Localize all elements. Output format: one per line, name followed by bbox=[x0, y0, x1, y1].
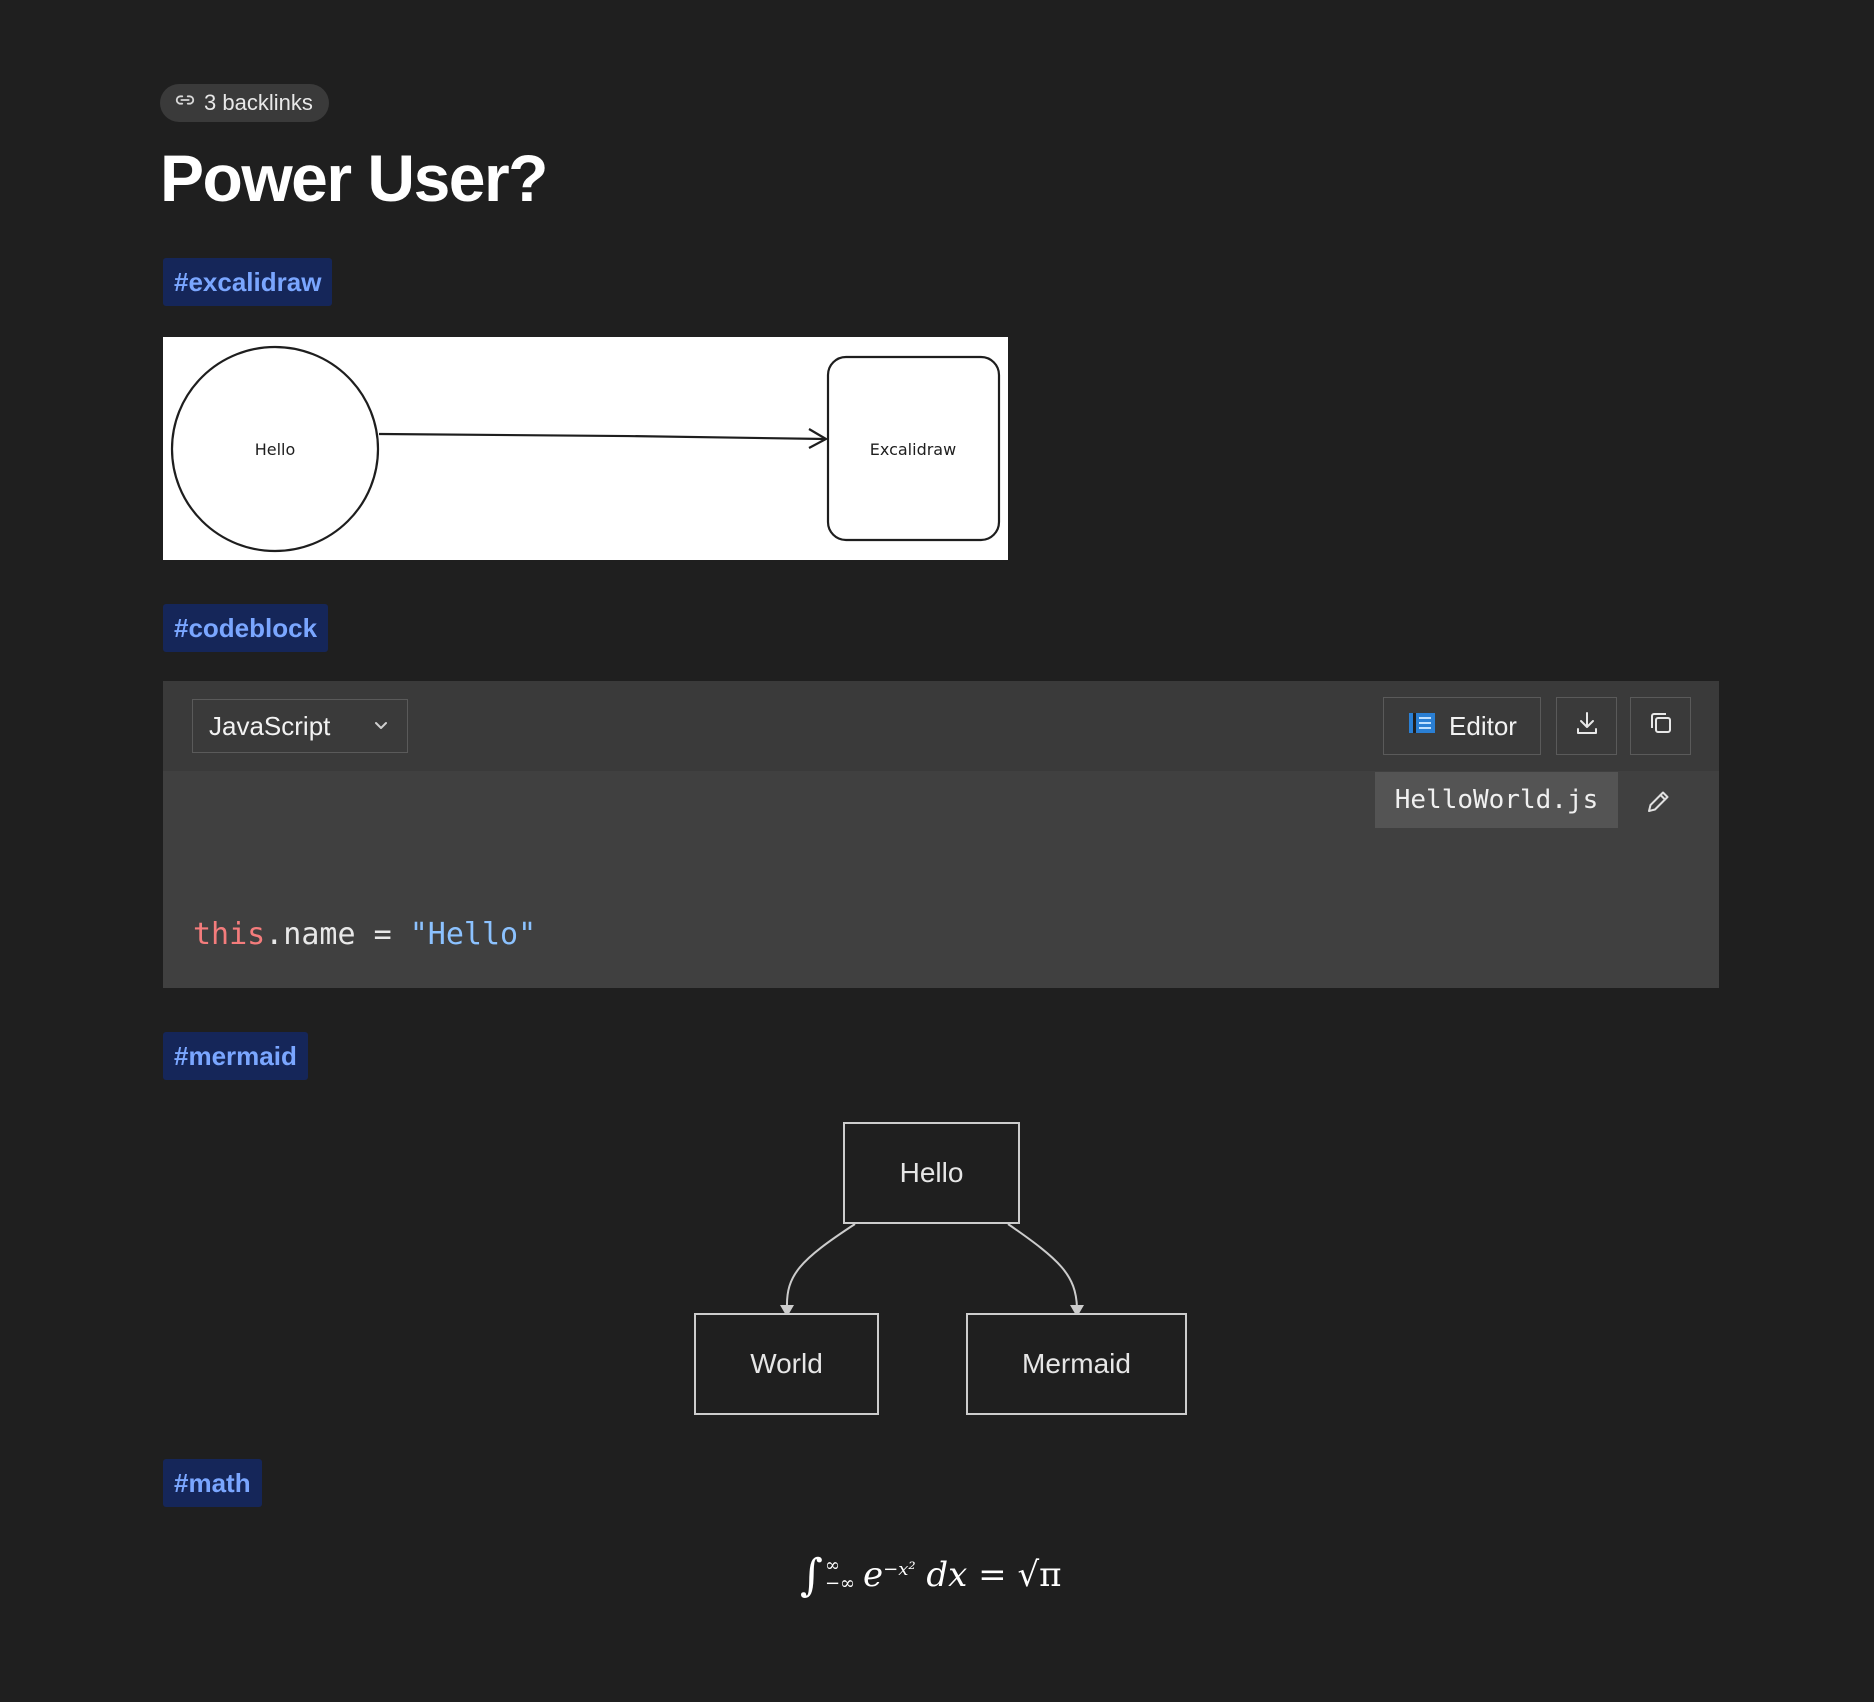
backlinks-label: 3 backlinks bbox=[204, 90, 313, 115]
mermaid-edge-left bbox=[785, 1223, 856, 1309]
backlinks-pill[interactable]: 3 backlinks bbox=[160, 84, 329, 122]
math-formula: ∫ ∞ −∞ e −x² dx = √π bbox=[800, 1540, 1100, 1610]
mermaid-diagram: Hello World Mermaid bbox=[690, 1120, 1190, 1420]
editor-button-label: Editor bbox=[1449, 710, 1517, 741]
excalidraw-circle-label: Hello bbox=[255, 440, 296, 459]
math-sqrt: √π bbox=[1017, 1555, 1062, 1595]
math-differential: dx = bbox=[915, 1555, 1018, 1595]
excalidraw-embed[interactable]: Hello Excalidraw bbox=[163, 337, 1008, 560]
code-string: "Hello" bbox=[409, 917, 537, 952]
chevron-down-icon bbox=[371, 711, 391, 742]
copy-icon bbox=[1646, 708, 1676, 745]
excalidraw-box-label: Excalidraw bbox=[870, 440, 956, 459]
mermaid-node-left-label: World bbox=[750, 1348, 823, 1379]
tag-codeblock[interactable]: #codeblock bbox=[163, 604, 329, 652]
page: 3 backlinks Power User? #excalidraw Hell… bbox=[0, 0, 1874, 1702]
language-select-value: JavaScript bbox=[209, 710, 331, 741]
code-member: .name = bbox=[265, 917, 410, 952]
pencil-icon[interactable] bbox=[1645, 787, 1673, 815]
math-exponent: −x² bbox=[883, 1558, 916, 1580]
tag-mermaid[interactable]: #mermaid bbox=[163, 1032, 308, 1080]
math-integral: ∫ bbox=[800, 1549, 823, 1601]
math-lower-limit: −∞ bbox=[824, 1573, 856, 1594]
editor-button[interactable]: Editor bbox=[1383, 697, 1541, 755]
mermaid-node-root-label: Hello bbox=[900, 1157, 964, 1188]
page-title: Power User? bbox=[160, 141, 548, 215]
code-toolbar: JavaScript Editor bbox=[163, 681, 1719, 771]
mermaid-node-right-label: Mermaid bbox=[1022, 1348, 1131, 1379]
editor-icon bbox=[1407, 708, 1437, 745]
tag-math[interactable]: #math bbox=[163, 1459, 262, 1507]
code-line[interactable]: this.name = "Hello" bbox=[193, 917, 536, 952]
tag-excalidraw[interactable]: #excalidraw bbox=[163, 258, 333, 306]
math-base: e bbox=[863, 1555, 884, 1595]
math-limits: ∞ −∞ bbox=[825, 1557, 855, 1593]
code-keyword: this bbox=[193, 917, 266, 952]
copy-button[interactable] bbox=[1630, 697, 1691, 755]
mermaid-edge-right bbox=[1007, 1223, 1078, 1309]
excalidraw-arrow bbox=[378, 432, 826, 441]
language-select[interactable]: JavaScript bbox=[192, 699, 408, 753]
link-icon bbox=[174, 89, 196, 117]
download-icon bbox=[1572, 708, 1602, 745]
code-block: JavaScript Editor HelloWorld.js this.nam… bbox=[163, 681, 1719, 988]
filename-label[interactable]: HelloWorld.js bbox=[1375, 772, 1618, 828]
download-button[interactable] bbox=[1556, 697, 1617, 755]
